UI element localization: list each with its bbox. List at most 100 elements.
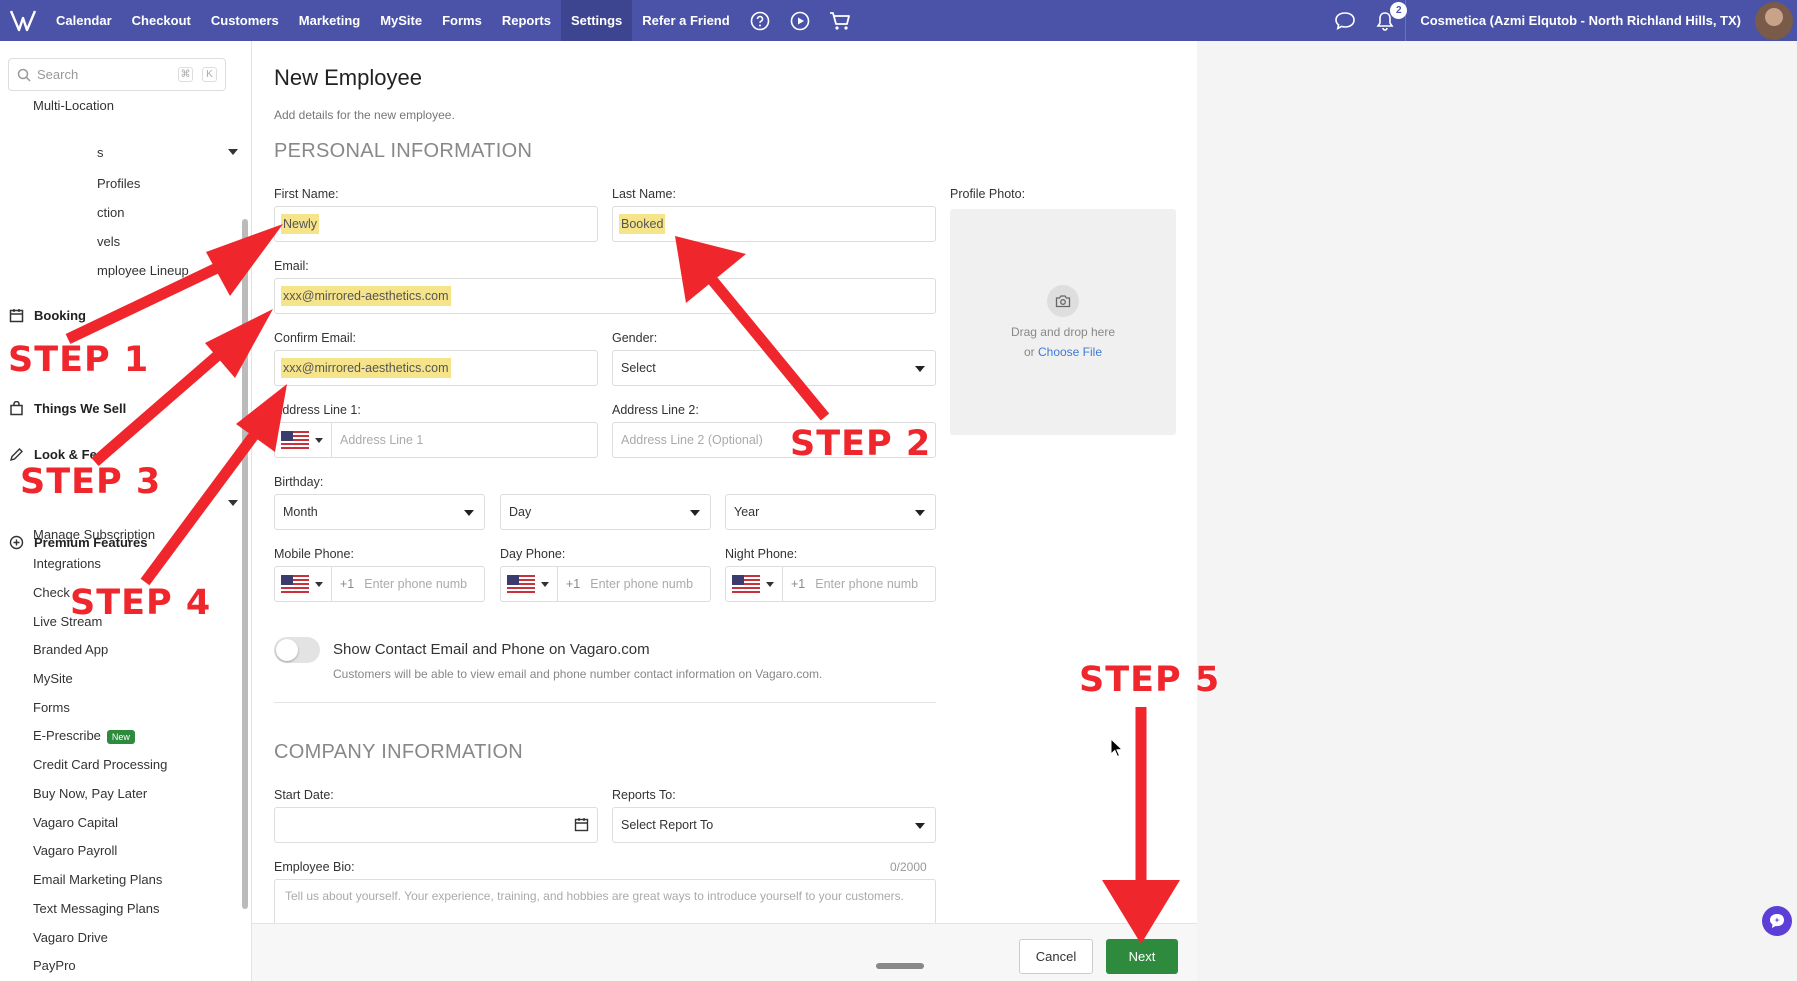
us-flag-icon[interactable] <box>732 575 760 593</box>
help-icon[interactable] <box>747 0 773 41</box>
reports-to-value: Select Report To <box>621 818 714 832</box>
sidebar-item-buy-now-pay-later[interactable]: Buy Now, Pay Later <box>33 786 147 801</box>
sidebar-item-branded-app[interactable]: Branded App <box>33 642 108 657</box>
confirm-email-field[interactable]: xxx@mirrored-aesthetics.com <box>274 350 598 386</box>
birthday-year-select[interactable]: Year <box>725 494 936 530</box>
nav-checkout[interactable]: Checkout <box>122 0 201 41</box>
first-name-field[interactable]: Newly <box>274 206 598 242</box>
assistant-chat-icon[interactable] <box>1762 906 1792 936</box>
page-title: New Employee <box>274 65 422 90</box>
shortcut-k-key: K <box>202 67 217 82</box>
chevron-down-icon[interactable] <box>541 581 549 587</box>
nav-reports[interactable]: Reports <box>492 0 561 41</box>
avatar[interactable] <box>1755 1 1793 40</box>
address1-placeholder: Address Line 1 <box>340 433 424 447</box>
sidebar-label-booking: Booking <box>34 307 86 323</box>
birthday-day-select[interactable]: Day <box>500 494 711 530</box>
day-phone-field[interactable]: +1 Enter phone numb <box>500 566 711 602</box>
employee-bio-textarea[interactable]: Tell us about yourself. Your experience,… <box>274 879 936 929</box>
nav-customers[interactable]: Customers <box>201 0 289 41</box>
sidebar-label-e-prescribe: E-Prescribe <box>33 728 101 743</box>
email-field[interactable]: xxx@mirrored-aesthetics.com <box>274 278 936 314</box>
sidebar-item-vagaro-capital[interactable]: Vagaro Capital <box>33 815 118 830</box>
chevron-down-icon <box>690 510 700 516</box>
sidebar-item-text-messaging-plans[interactable]: Text Messaging Plans <box>33 901 159 916</box>
search-input[interactable]: Search ⌘ K <box>8 58 226 91</box>
divider <box>331 423 332 457</box>
sidebar-scrollbar[interactable] <box>242 219 248 909</box>
nav-refer-a-friend[interactable]: Refer a Friend <box>632 0 739 41</box>
mobile-phone-label: Mobile Phone: <box>274 547 354 561</box>
us-flag-icon[interactable] <box>281 431 309 449</box>
section-divider <box>274 702 936 703</box>
business-selector[interactable]: Cosmetica (Azmi Elqutob - North Richland… <box>1405 0 1755 41</box>
sidebar-item-check[interactable]: Check <box>33 585 70 600</box>
sidebar-item-manage-subscription[interactable]: Manage Subscription <box>33 527 155 542</box>
sidebar-item-email-marketing-plans[interactable]: Email Marketing Plans <box>33 872 162 887</box>
confirm-email-value: xxx@mirrored-aesthetics.com <box>281 358 451 378</box>
reports-to-select[interactable]: Select Report To <box>612 807 936 843</box>
sidebar-item-ction[interactable]: ction <box>97 205 124 220</box>
sidebar-item-forms[interactable]: Forms <box>33 700 70 715</box>
nav-settings[interactable]: Settings <box>560 0 633 41</box>
chevron-down-icon[interactable] <box>315 581 323 587</box>
personal-info-header: PERSONAL INFORMATION <box>274 140 533 162</box>
play-icon[interactable] <box>787 0 813 41</box>
day-value: Day <box>509 505 532 519</box>
choose-file-link[interactable]: Choose File <box>1038 345 1102 359</box>
first-name-label: First Name: <box>274 187 339 201</box>
start-date-field[interactable] <box>274 807 598 843</box>
sidebar-item-e-prescribe[interactable]: E-Prescribe New <box>33 728 135 744</box>
birthday-month-select[interactable]: Month <box>274 494 485 530</box>
chevron-down-icon[interactable] <box>228 500 238 506</box>
address1-field[interactable]: Address Line 1 <box>274 422 598 458</box>
sidebar-item-profiles[interactable]: Profiles <box>97 176 140 191</box>
sidebar-item-mysite[interactable]: MySite <box>33 671 73 686</box>
sidebar-item-vagaro-drive[interactable]: Vagaro Drive <box>33 930 108 945</box>
profile-photo-dropzone[interactable]: Drag and drop here or Choose File <box>950 209 1176 435</box>
nav-forms[interactable]: Forms <box>432 0 492 41</box>
sidebar-item-multi-location[interactable]: Multi-Location <box>33 98 114 113</box>
sidebar-item-vagaro-payroll[interactable]: Vagaro Payroll <box>33 843 117 858</box>
cart-icon[interactable] <box>827 0 853 41</box>
sidebar-item-things-we-sell[interactable]: Things We Sell <box>8 400 126 416</box>
vagaro-logo-icon[interactable] <box>0 0 46 41</box>
sidebar-item-booking[interactable]: Booking <box>8 307 86 323</box>
chevron-down-icon[interactable] <box>228 149 238 155</box>
us-flag-icon[interactable] <box>507 575 535 593</box>
sidebar-item-paypro[interactable]: PayPro <box>33 958 76 973</box>
next-button[interactable]: Next <box>1106 939 1178 974</box>
sidebar-item-partial[interactable]: s <box>97 145 104 160</box>
camera-icon <box>1047 285 1079 317</box>
sidebar-item-integrations[interactable]: Integrations <box>33 556 101 571</box>
nav-mysite[interactable]: MySite <box>370 0 432 41</box>
day-phone-label: Day Phone: <box>500 547 566 561</box>
sidebar-item-employee-lineup[interactable]: mployee Lineup <box>97 263 189 278</box>
phone-prefix: +1 <box>566 577 581 591</box>
chat-icon[interactable] <box>1332 0 1358 41</box>
mouse-cursor-icon <box>1110 737 1124 761</box>
us-flag-icon[interactable] <box>281 575 309 593</box>
nav-marketing[interactable]: Marketing <box>289 0 370 41</box>
drag-drop-text: Drag and drop here <box>1010 325 1116 339</box>
sidebar-item-credit-card-processing[interactable]: Credit Card Processing <box>33 757 167 772</box>
cancel-button[interactable]: Cancel <box>1019 939 1093 974</box>
night-phone-field[interactable]: +1 Enter phone numb <box>725 566 936 602</box>
sidebar-item-look-feel[interactable]: Look & Fe <box>8 446 97 462</box>
birthday-label: Birthday: <box>274 475 324 489</box>
gender-select[interactable]: Select <box>612 350 936 386</box>
notifications-icon[interactable]: 2 <box>1372 0 1408 41</box>
chevron-down-icon[interactable] <box>766 581 774 587</box>
or-text: or <box>1023 345 1035 359</box>
drag-handle[interactable] <box>876 963 924 969</box>
mobile-phone-field[interactable]: +1 Enter phone numb <box>274 566 485 602</box>
bag-icon <box>8 400 24 416</box>
last-name-field[interactable]: Booked <box>612 206 936 242</box>
show-contact-toggle[interactable] <box>274 637 320 663</box>
choose-file-row: or Choose File <box>950 345 1176 359</box>
nav-calendar[interactable]: Calendar <box>46 0 122 41</box>
month-value: Month <box>283 505 318 519</box>
sidebar-item-levels[interactable]: vels <box>97 234 120 249</box>
calendar-icon[interactable] <box>574 817 589 835</box>
chevron-down-icon[interactable] <box>315 437 323 443</box>
